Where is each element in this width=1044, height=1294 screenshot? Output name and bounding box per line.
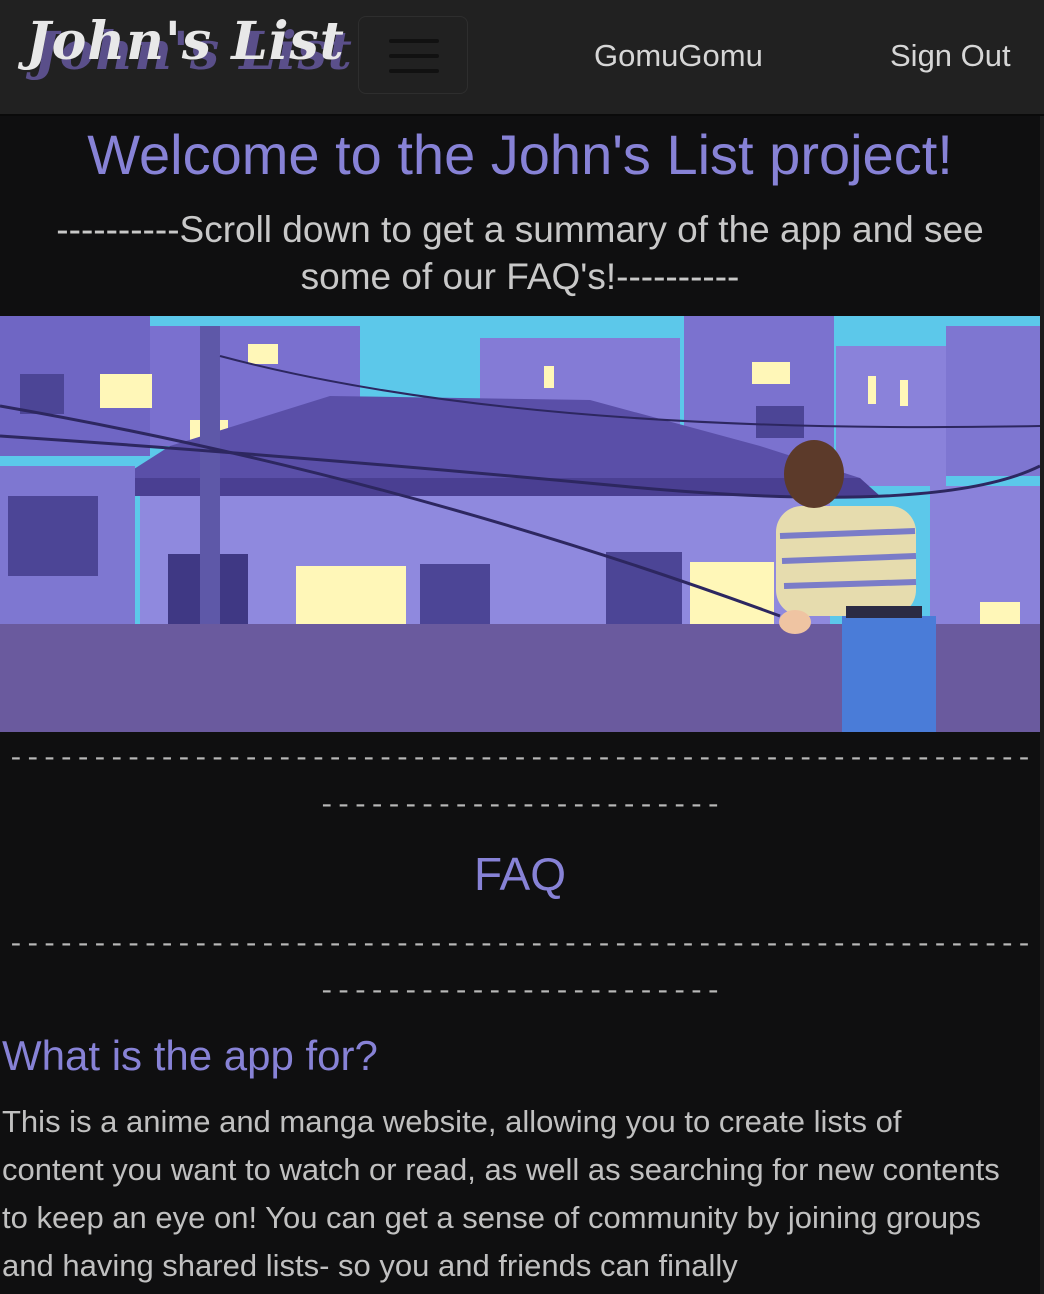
page-title: Welcome to the John's List project!	[87, 123, 953, 186]
brand-logo[interactable]: John's List	[26, 16, 345, 68]
hamburger-menu-icon	[389, 39, 439, 43]
page-subtitle: ----------Scroll down to get a summary o…	[56, 209, 984, 297]
faq-question-title: What is the app for?	[2, 1032, 378, 1079]
faq-heading: FAQ	[473, 848, 567, 900]
nav-username-link[interactable]: GomuGomu	[594, 38, 763, 74]
hamburger-menu-icon	[389, 54, 439, 58]
hero-banner-image	[0, 316, 1040, 732]
faq-question-answer: This is a anime and manga website, allow…	[2, 1104, 1000, 1283]
faq-top-divider: ----------------------------------------…	[7, 744, 1033, 822]
page-scrollbar[interactable]	[1040, 116, 1044, 1294]
nav-sign-out-link[interactable]: Sign Out	[890, 38, 1011, 74]
faq-bottom-divider: ----------------------------------------…	[7, 930, 1033, 1008]
hamburger-menu-icon	[389, 69, 439, 73]
navbar-toggle-button[interactable]	[358, 16, 468, 94]
navbar: John's List John's List GomuGomu Sign Ou…	[0, 0, 1044, 116]
